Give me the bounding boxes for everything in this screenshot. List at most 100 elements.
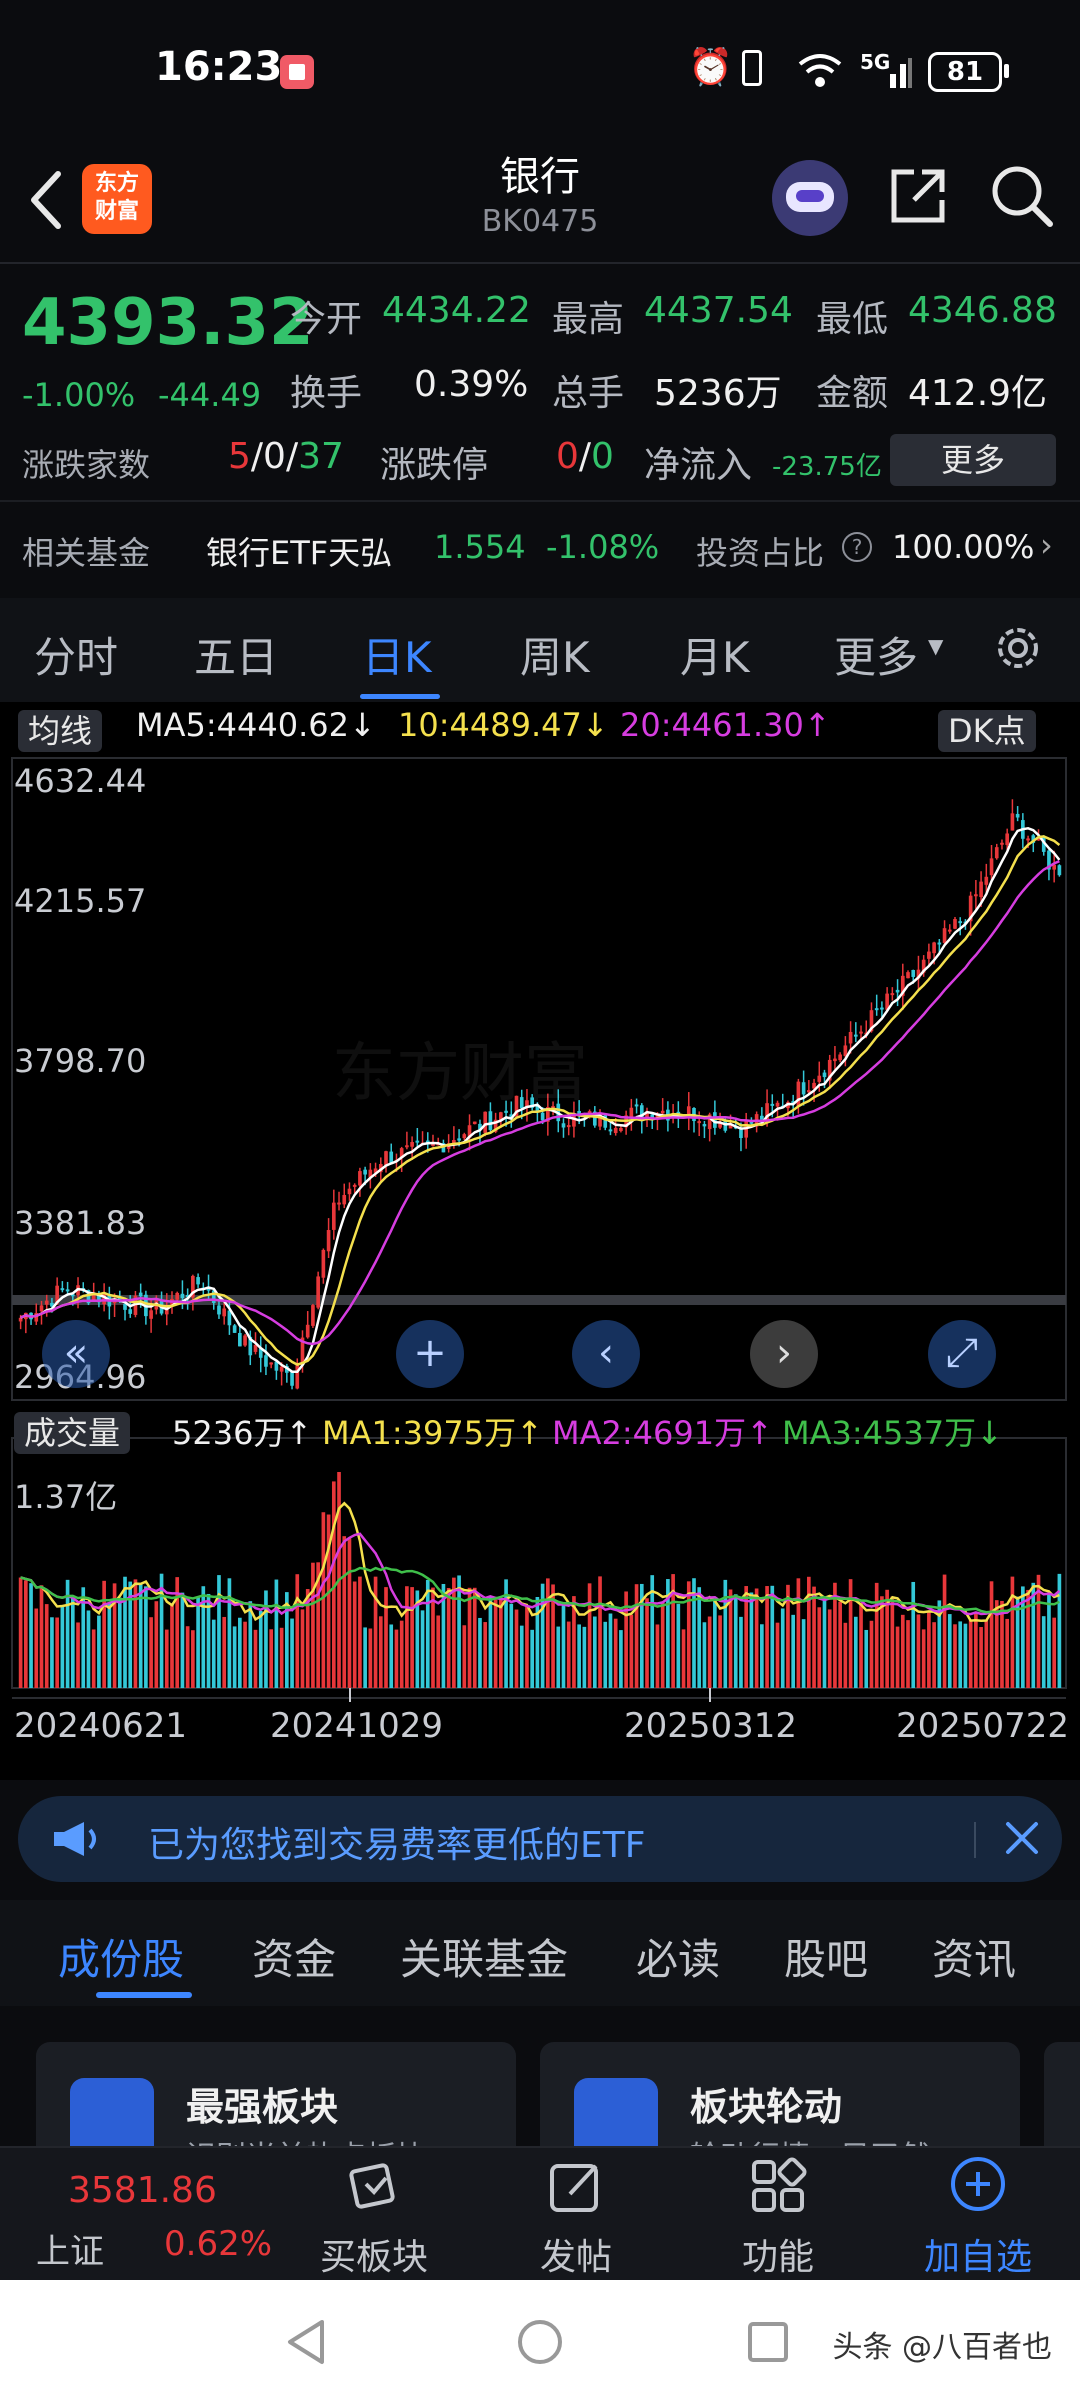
volume-bar <box>478 1617 482 1688</box>
ai-assistant-icon[interactable] <box>772 160 848 236</box>
more-button[interactable]: 更多 <box>890 434 1056 486</box>
volume-bar <box>791 1614 795 1688</box>
index-pct[interactable]: 0.62% <box>164 2224 272 2264</box>
candle-body <box>180 1293 185 1299</box>
volume-bar <box>425 1579 430 1688</box>
scroll-left-fast-button[interactable]: « <box>42 1320 110 1388</box>
nav-functions[interactable]: 功能 <box>698 2228 858 2280</box>
candle-body <box>1000 842 1004 845</box>
volume-bar <box>864 1629 869 1688</box>
volume-bar <box>1005 1618 1010 1688</box>
volume-bar <box>227 1578 232 1688</box>
tab-funds-flow[interactable]: 资金 <box>252 1926 336 1987</box>
open-label: 今开 <box>290 299 363 340</box>
volume-bar <box>499 1598 503 1688</box>
card-strongest-sector[interactable]: 最强板块 识别当前热点板块 <box>36 2042 516 2146</box>
related-fund-name[interactable]: 银行ETF天弘 <box>206 528 392 574</box>
volume-bar <box>457 1575 461 1688</box>
volume-bar <box>979 1627 983 1688</box>
volume-bar <box>180 1592 185 1688</box>
candle-body <box>984 876 989 885</box>
volume-bar <box>420 1610 425 1688</box>
volume-bar <box>963 1623 968 1688</box>
tab-daily-k[interactable]: 日K <box>362 624 432 685</box>
volume-bar <box>968 1619 973 1688</box>
tab-weekly-k[interactable]: 周K <box>520 624 590 685</box>
volume-bar <box>848 1579 853 1688</box>
volume-bar <box>97 1615 101 1688</box>
candle-body <box>415 1140 420 1143</box>
zoom-in-button[interactable]: + <box>396 1320 464 1388</box>
y-tick-label: 4215.57 <box>14 882 147 920</box>
functions-icon[interactable] <box>748 2156 808 2216</box>
buy-sector-icon[interactable] <box>344 2156 404 2216</box>
volume-bar <box>807 1576 811 1688</box>
index-value[interactable]: 3581.86 <box>68 2170 217 2211</box>
tab-constituents[interactable]: 成份股 <box>58 1926 184 1987</box>
tab-must-read[interactable]: 必读 <box>636 1926 720 1987</box>
candle-body <box>123 1303 127 1310</box>
dk-chip[interactable]: DK点 <box>938 706 1036 752</box>
search-icon[interactable] <box>988 162 1054 228</box>
tab-forum[interactable]: 股吧 <box>784 1926 868 1987</box>
volume-bar <box>34 1608 39 1688</box>
candle-body <box>128 1309 133 1314</box>
volume-bar <box>733 1594 738 1688</box>
index-name[interactable]: 上证 <box>36 2224 104 2273</box>
tab-more[interactable]: 更多 <box>834 624 918 685</box>
system-home-icon[interactable] <box>516 2318 564 2366</box>
volume-bar <box>921 1629 926 1688</box>
volume-bar <box>853 1616 858 1688</box>
turnover-label: 换手 <box>290 373 363 414</box>
close-icon[interactable] <box>1002 1818 1042 1858</box>
kline-chart[interactable]: 均线 MA5:4440.62↓ 10:4489.47↓ 20:4461.30↑ … <box>0 702 1080 1780</box>
candle-body <box>697 1121 702 1124</box>
candle-body <box>410 1142 414 1147</box>
amount-label: 金额 <box>816 373 889 414</box>
volume-bar <box>363 1627 367 1688</box>
tab-monthly-k[interactable]: 月K <box>680 624 750 685</box>
nav-add-watchlist[interactable]: 加自选 <box>898 2228 1058 2280</box>
candle-body <box>911 970 916 977</box>
volume-bar <box>592 1616 597 1688</box>
tab-intraday[interactable]: 分时 <box>34 624 118 685</box>
limit-label: 涨跌停 <box>380 445 489 486</box>
volume-bar <box>76 1622 80 1688</box>
x-tick-label: 20250312 <box>624 1706 798 1746</box>
add-watchlist-icon[interactable] <box>948 2154 1008 2214</box>
gear-icon[interactable] <box>990 620 1046 676</box>
share-icon[interactable] <box>886 164 950 228</box>
help-icon[interactable]: ? <box>842 532 872 562</box>
candle-body <box>295 1363 300 1389</box>
candle-body <box>974 894 978 897</box>
volume-bar <box>942 1574 947 1688</box>
volume-bar <box>60 1606 65 1688</box>
post-icon[interactable] <box>546 2156 606 2216</box>
volume-bar <box>483 1622 488 1688</box>
card-title: 最强板块 <box>186 2085 339 2129</box>
system-back-icon[interactable] <box>284 2318 328 2366</box>
tab-related-funds[interactable]: 关联基金 <box>400 1926 568 1987</box>
system-recents-icon[interactable] <box>746 2320 790 2364</box>
card-sector-rotation[interactable]: 板块轮动 轮动行情一目了然 <box>540 2042 1020 2146</box>
volume-bar <box>770 1585 775 1688</box>
chevron-right-icon[interactable]: › <box>1040 526 1053 564</box>
volume-bar <box>984 1619 989 1688</box>
volume-bar <box>546 1578 550 1688</box>
card-next[interactable] <box>1044 2042 1080 2146</box>
scroll-right-button[interactable]: › <box>750 1320 818 1388</box>
ma-chip[interactable]: 均线 <box>18 706 103 752</box>
volume-bar <box>880 1596 884 1688</box>
volume-bar <box>191 1630 195 1688</box>
candle-body <box>331 1202 336 1230</box>
tab-five-day[interactable]: 五日 <box>194 624 278 685</box>
scroll-left-button[interactable]: ‹ <box>572 1320 640 1388</box>
source-watermark: 头条 @八百者也 <box>832 2330 1052 2365</box>
volume-chip[interactable]: 成交量 <box>14 1408 131 1454</box>
nav-post[interactable]: 发帖 <box>496 2228 656 2280</box>
promo-banner[interactable]: 已为您找到交易费率更低的ETF <box>18 1796 1062 1882</box>
fullscreen-button[interactable]: ⤢ <box>928 1320 996 1388</box>
nav-buy-sector[interactable]: 买板块 <box>294 2228 454 2280</box>
candle-body <box>979 881 983 898</box>
tab-news[interactable]: 资讯 <box>932 1926 1016 1987</box>
